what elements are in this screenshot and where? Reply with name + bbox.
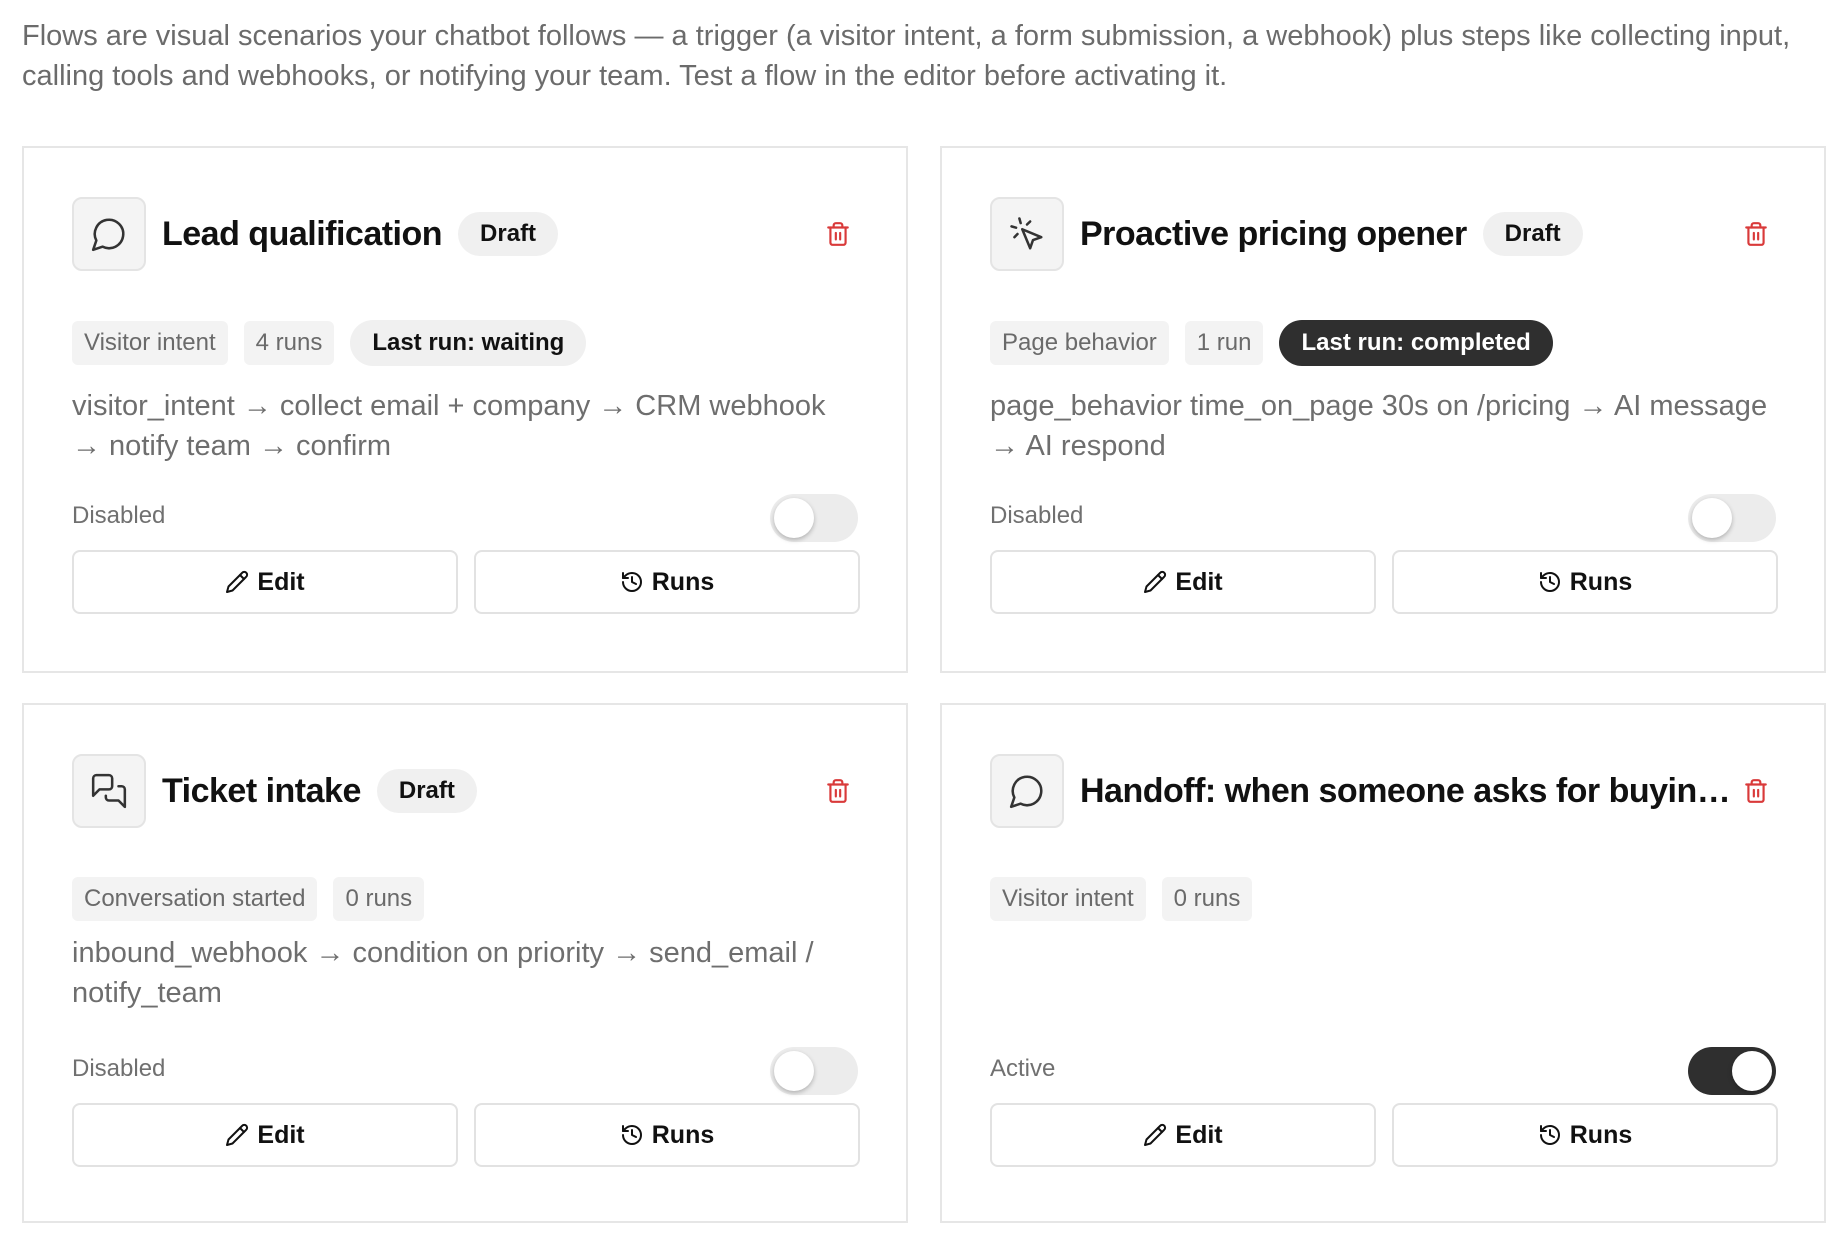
flow-card-proactive-pricing-opener: Proactive pricing opener Draft Page beha… [940, 146, 1826, 673]
flow-status-label: Disabled [990, 502, 1084, 529]
flow-enable-toggle[interactable] [770, 494, 858, 542]
runs-button-label: Runs [1569, 567, 1633, 596]
flow-enable-toggle[interactable] [1688, 494, 1776, 542]
history-icon [621, 1125, 642, 1145]
trash-icon [1745, 222, 1767, 246]
chat-bubbles-icon [72, 754, 146, 828]
history-icon [1539, 572, 1560, 592]
edit-button[interactable]: Edit [990, 550, 1376, 614]
trash-icon [827, 222, 849, 246]
flow-card-header: Lead qualification Draft [72, 196, 858, 272]
flow-meta: Conversation started 0 runs [72, 877, 440, 921]
flow-meta: Page behavior 1 run Last run: completed [990, 320, 1553, 366]
edit-button[interactable]: Edit [990, 1103, 1376, 1167]
flow-title: Ticket intake [162, 771, 361, 810]
runs-button[interactable]: Runs [1392, 550, 1778, 614]
history-icon [1539, 1125, 1560, 1145]
toggle-knob [774, 1051, 814, 1091]
chat-bubble-icon [990, 754, 1064, 828]
toggle-knob [774, 498, 814, 538]
flows-grid: Lead qualification Draft Visitor intent … [22, 146, 1834, 1236]
runs-count-chip: 4 runs [243, 321, 335, 365]
toggle-knob [1692, 498, 1732, 538]
runs-button[interactable]: Runs [474, 550, 860, 614]
flow-card-handoff: Handoff: when someone asks for buying...… [940, 703, 1826, 1223]
pencil-icon [1144, 1123, 1167, 1146]
delete-flow-button[interactable] [1736, 214, 1776, 254]
runs-button-label: Runs [651, 567, 715, 596]
flow-status-label: Disabled [72, 1055, 166, 1082]
page-description: Flows are visual scenarios your chatbot … [22, 20, 1791, 92]
flow-card-header: Handoff: when someone asks for buying... [990, 753, 1776, 829]
chat-bubble-icon [72, 197, 146, 271]
flow-title: Proactive pricing opener [1080, 214, 1467, 253]
pencil-icon [1144, 570, 1167, 593]
delete-flow-button[interactable] [1736, 771, 1776, 811]
toggle-knob [1732, 1051, 1772, 1091]
flow-status-label: Active [990, 1055, 1056, 1082]
flow-card-header: Ticket intake Draft [72, 753, 858, 829]
runs-count-chip: 0 runs [1161, 877, 1253, 921]
flow-meta: Visitor intent 4 runs Last run: waiting [72, 320, 587, 366]
flow-status-label: Disabled [72, 502, 166, 529]
runs-button[interactable]: Runs [1392, 1103, 1778, 1167]
draft-badge: Draft [1482, 212, 1583, 256]
flow-card-ticket-intake: Ticket intake Draft Conversation started… [22, 703, 908, 1223]
pencil-icon [226, 570, 249, 593]
cursor-click-icon [990, 197, 1064, 271]
runs-button[interactable]: Runs [474, 1103, 860, 1167]
runs-count-chip: 1 run [1184, 321, 1264, 365]
pencil-icon [226, 1123, 249, 1146]
edit-button-label: Edit [1175, 567, 1223, 596]
edit-button[interactable]: Edit [72, 1103, 458, 1167]
draft-badge: Draft [376, 769, 477, 813]
flow-title: Lead qualification [162, 214, 443, 253]
draft-badge: Draft [458, 212, 559, 256]
trash-icon [1745, 779, 1767, 803]
edit-button-label: Edit [1175, 1120, 1223, 1149]
delete-flow-button[interactable] [818, 214, 858, 254]
flow-enable-toggle[interactable] [1688, 1047, 1776, 1095]
flow-title: Handoff: when someone asks for buying... [1080, 771, 1736, 810]
edit-button-label: Edit [257, 1120, 305, 1149]
last-run-badge: Last run: completed [1279, 320, 1553, 366]
edit-button-label: Edit [257, 567, 305, 596]
flow-description: visitor_intent → collect email + company… [72, 390, 826, 462]
flow-card-header: Proactive pricing opener Draft [990, 196, 1776, 272]
trigger-chip: Visitor intent [990, 877, 1146, 921]
runs-count-chip: 0 runs [333, 877, 425, 921]
trigger-chip: Visitor intent [72, 321, 228, 365]
flow-enable-toggle[interactable] [770, 1047, 858, 1095]
trash-icon [827, 779, 849, 803]
trigger-chip: Conversation started [72, 877, 318, 921]
delete-flow-button[interactable] [818, 771, 858, 811]
edit-button[interactable]: Edit [72, 550, 458, 614]
flow-description: page_behavior time_on_page 30s on /prici… [990, 390, 1768, 462]
flow-meta: Visitor intent 0 runs [990, 877, 1268, 921]
runs-button-label: Runs [1569, 1120, 1633, 1149]
history-icon [621, 572, 642, 592]
runs-button-label: Runs [651, 1120, 715, 1149]
last-run-badge: Last run: waiting [350, 320, 587, 366]
flow-card-lead-qualification: Lead qualification Draft Visitor intent … [22, 146, 908, 673]
flow-description: inbound_webhook → condition on priority … [72, 937, 814, 1009]
trigger-chip: Page behavior [990, 321, 1169, 365]
